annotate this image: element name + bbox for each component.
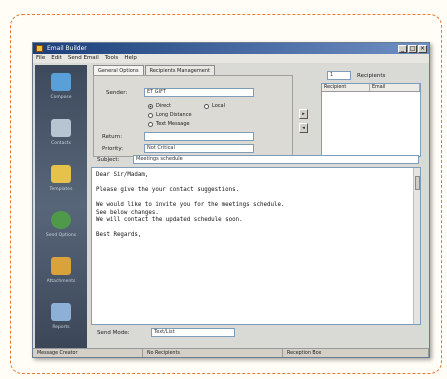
menu-bar: File Edit Send Email Tools Help [33,54,429,63]
nav-label: Send Options [45,233,77,238]
add-recipient-button[interactable]: ▸ [299,109,308,119]
nav-item-templates[interactable]: Templates [35,161,87,201]
nav-item-send-options[interactable]: Send Options [35,207,87,247]
tab-recipients-management[interactable]: Recipients Management [144,65,215,75]
radio-dot [204,103,209,109]
body-line: Dear Sir/Madam, [96,172,149,178]
send-mode-label: Send Mode: [97,330,130,336]
left-nav: Compose Contacts Templates Send Options … [35,65,87,348]
radio-label: Local [212,103,225,109]
close-button[interactable]: × [418,44,427,53]
globe-icon [51,211,71,229]
radio-label: Text Message [156,121,190,127]
scroll-thumb[interactable] [415,176,420,190]
title-bar[interactable]: Email Builder _ □ × [33,43,429,54]
menu-tools[interactable]: Tools [105,54,119,63]
nav-label: Contacts [51,141,71,146]
report-icon [51,303,71,321]
body-line: Best Regards, [96,232,142,238]
recipients-count-field[interactable]: 1 [327,71,351,80]
tab-general-options[interactable]: General Options [93,65,144,75]
body-line: See below changes. [96,209,159,216]
app-window: Email Builder _ □ × File Edit Send Email… [32,42,430,358]
nav-label: Attachments [46,279,76,284]
status-panel-3: Reception Box [283,349,429,357]
nav-item-reports[interactable]: Reports [35,299,87,339]
recipients-list[interactable]: Recipient Email [321,83,421,157]
return-field[interactable] [144,132,254,141]
radio-dot [148,103,153,109]
menu-help[interactable]: Help [124,54,137,63]
radio-text-message[interactable]: Text Message [148,121,190,127]
nav-label: Reports [52,325,70,330]
radio-local[interactable]: Local [204,103,225,109]
return-label: Return: [102,134,123,140]
radio-dot [148,121,153,127]
nav-item-attachments[interactable]: Attachments [35,253,87,293]
radio-direct[interactable]: Direct [148,103,171,109]
radio-label: Direct [156,103,171,109]
maximize-button[interactable]: □ [408,44,417,53]
priority-select[interactable]: Not Critical [144,144,254,153]
body-line: We would like to invite you for the meet… [96,202,285,208]
recipients-list-header: Recipient Email [322,84,420,92]
app-icon [36,45,43,52]
menu-file[interactable]: File [36,54,45,63]
body-line [96,180,416,188]
radio-long-distance[interactable]: Long Distance [148,112,192,118]
body-line [96,195,416,203]
folder-icon [51,165,71,183]
message-body[interactable]: Dear Sir/Madam, Please give the your con… [91,167,421,325]
window-controls: _ □ × [398,44,427,53]
subject-label: Subject: [97,157,120,163]
status-bar: Message Creator No Recipients Reception … [33,348,429,357]
column-email[interactable]: Email [370,84,420,91]
subject-field[interactable]: Meetings schedule [133,155,419,164]
nav-item-compose[interactable]: Compose [35,69,87,109]
status-panel-1: Message Creator [33,349,143,357]
sender-label: Sender: [106,90,128,96]
options-groupbox: Sender: ET GIFT Direct Local Long Distan… [93,75,293,157]
nav-label: Templates [49,187,73,192]
body-scrollbar[interactable] [413,168,420,324]
contacts-icon [51,119,71,137]
menu-send-email[interactable]: Send Email [68,54,99,63]
compose-icon [51,73,71,91]
sender-field[interactable]: ET GIFT [144,88,254,97]
minimize-button[interactable]: _ [398,44,407,53]
main-panel: General Options Recipients Management Se… [89,65,429,348]
window-title: Email Builder [47,45,87,52]
nav-item-contacts[interactable]: Contacts [35,115,87,155]
body-line [96,225,416,233]
radio-dot [148,112,153,118]
priority-label: Priority: [102,146,124,152]
status-panel-2: No Recipients [143,349,283,357]
recipients-count-label: Recipients [357,73,386,79]
paperclip-icon [51,257,71,275]
send-mode-select[interactable]: Text/List [151,328,235,337]
column-recipient[interactable]: Recipient [322,84,370,91]
remove-recipient-button[interactable]: ◂ [299,123,308,133]
body-line: We will contact the updated schedule soo… [96,217,243,223]
menu-edit[interactable]: Edit [51,54,62,63]
body-line: Please give the your contact suggestions… [96,187,240,193]
radio-label: Long Distance [156,112,192,118]
tab-strip: General Options Recipients Management [93,65,216,75]
nav-label: Compose [50,95,72,100]
